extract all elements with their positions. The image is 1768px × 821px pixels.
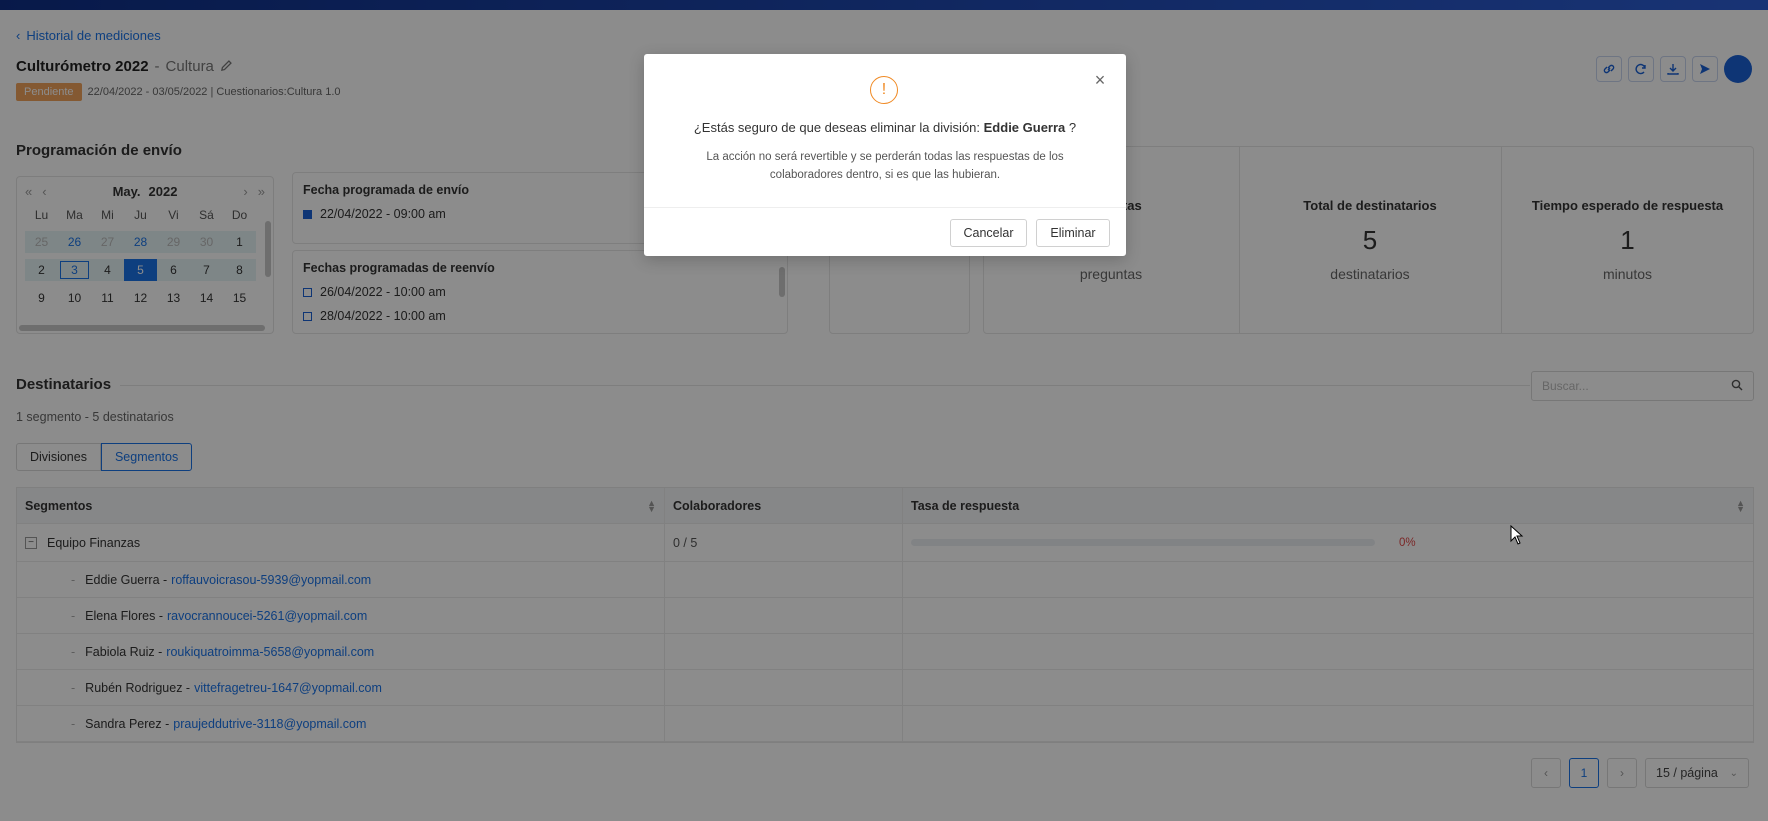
modal-question-prefix: ¿Estás seguro de que deseas eliminar la …	[693, 120, 981, 135]
modal-description: La acción no será revertible y se perder…	[706, 151, 1064, 181]
modal-target-name: Eddie Guerra	[983, 120, 1066, 135]
modal-question-suffix: ?	[1068, 120, 1077, 135]
cancel-button[interactable]: Cancelar	[950, 219, 1027, 247]
modal-question: ¿Estás seguro de que deseas eliminar la …	[644, 120, 1126, 135]
modal-footer: Cancelar Eliminar	[644, 207, 1126, 256]
mouse-cursor-icon	[1510, 525, 1524, 545]
close-icon[interactable]: ×	[1092, 71, 1108, 89]
confirm-delete-modal: ! × ¿Estás seguro de que deseas eliminar…	[644, 54, 1126, 256]
delete-button[interactable]: Eliminar	[1036, 219, 1110, 247]
warning-icon: !	[870, 76, 898, 104]
